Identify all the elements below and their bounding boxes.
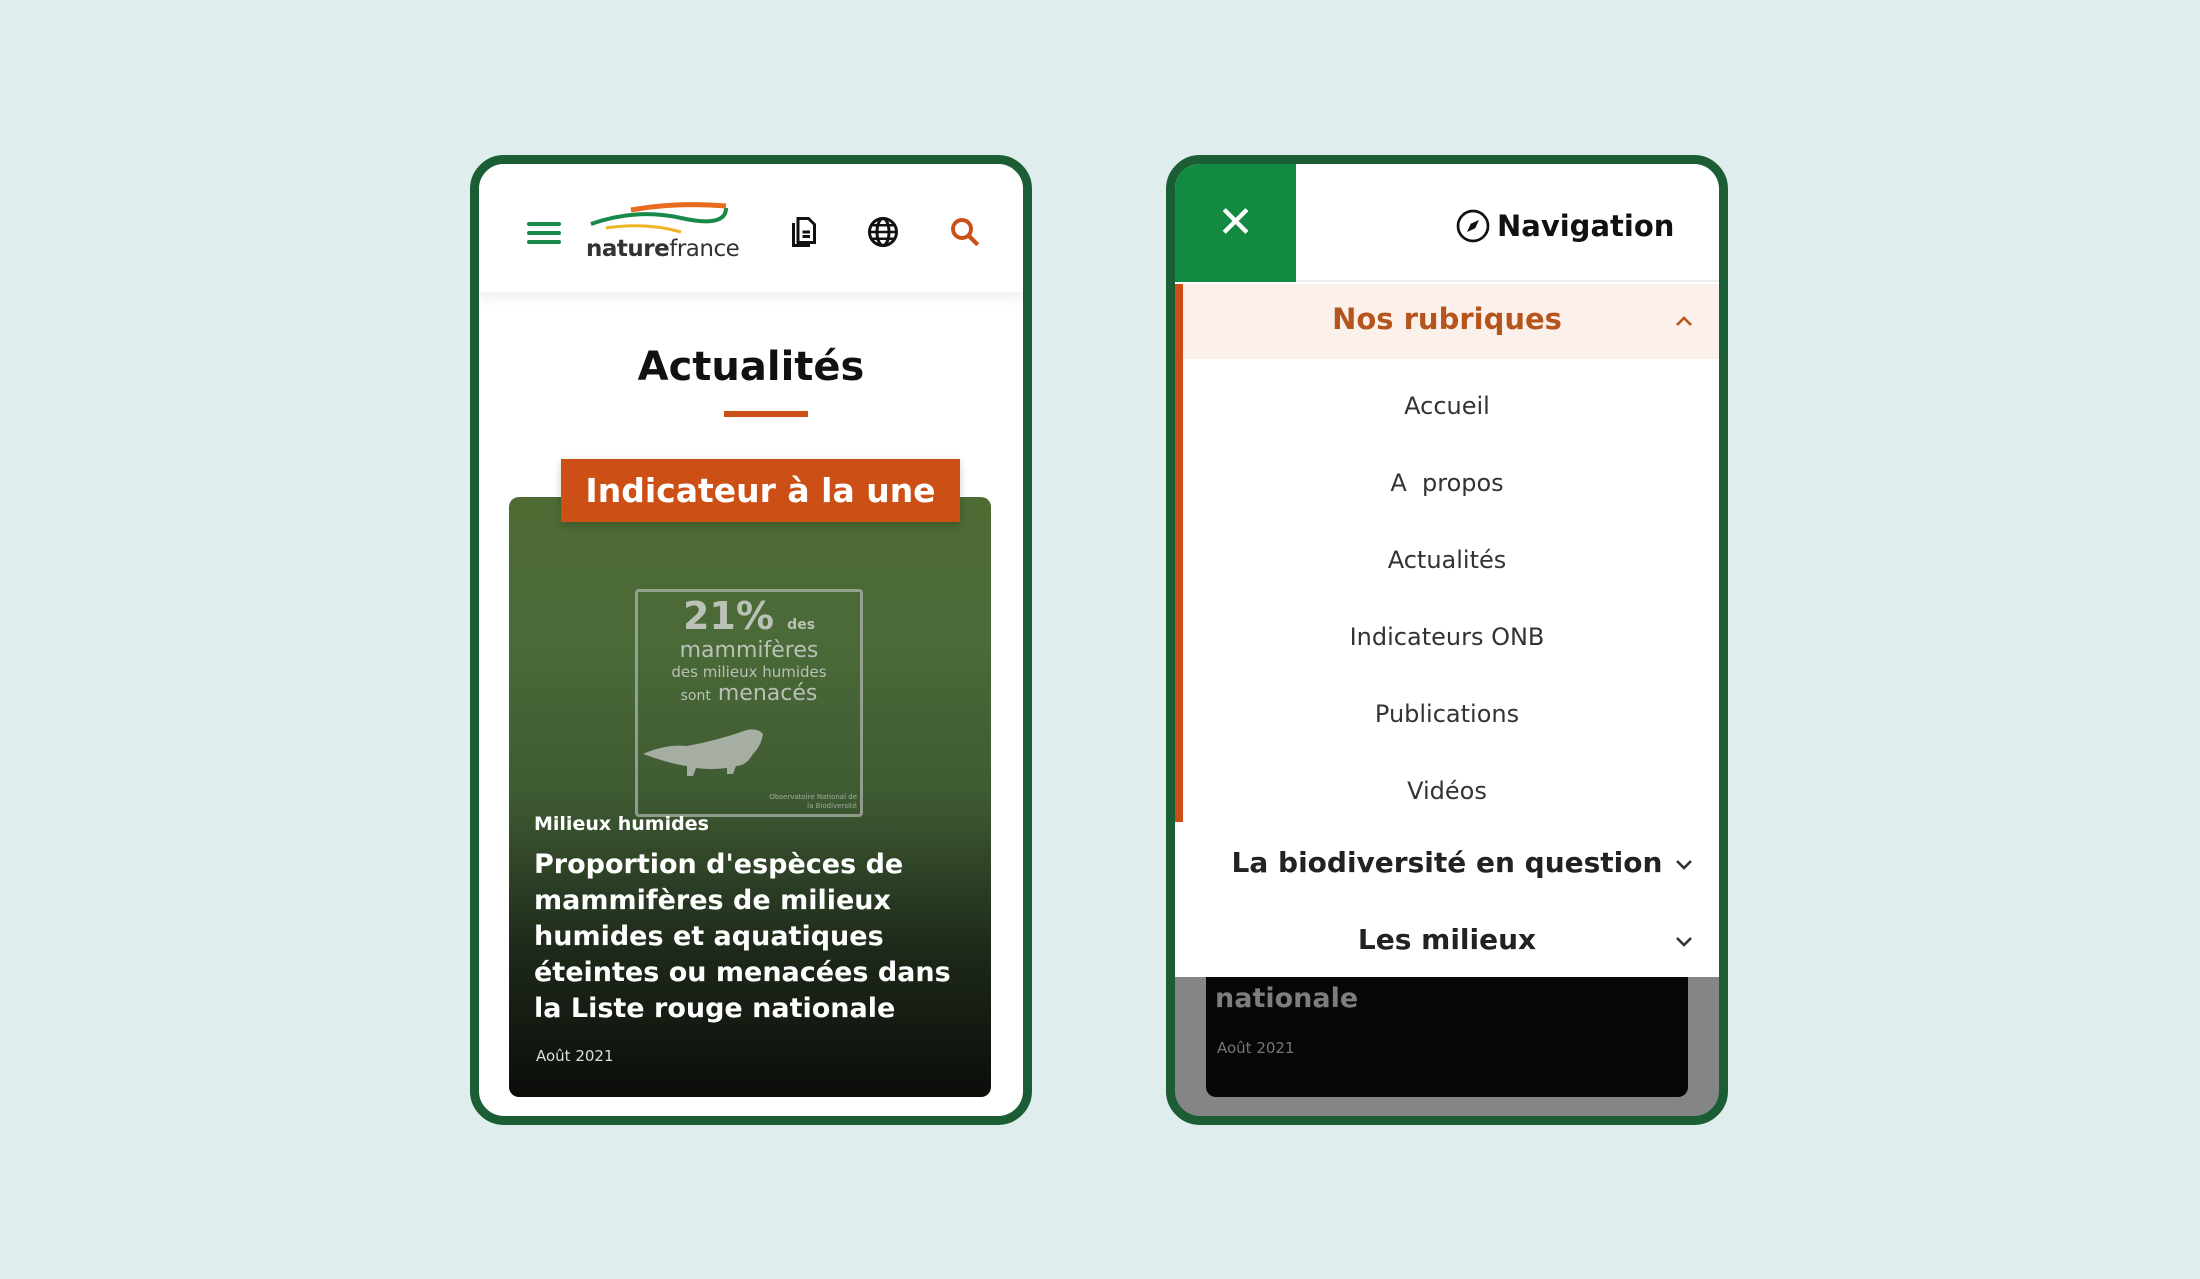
search-icon[interactable] bbox=[947, 214, 983, 250]
naturefrance-logo[interactable]: naturefrance bbox=[586, 202, 740, 262]
group-label: Les milieux bbox=[1357, 923, 1537, 956]
document-icon[interactable] bbox=[786, 214, 822, 250]
chevron-up-icon bbox=[1676, 316, 1692, 326]
section-nos-rubriques[interactable]: Nos rubriques bbox=[1175, 284, 1719, 359]
nav-item-publications[interactable]: Publications bbox=[1175, 700, 1719, 728]
infographic-image: 21% des mammifères des milieux humides s… bbox=[635, 589, 863, 817]
site-header: naturefrance bbox=[479, 164, 1023, 292]
infographic-percent: 21% bbox=[682, 594, 774, 638]
infographic-sont: sont bbox=[680, 688, 711, 704]
dimmed-card-date: Août 2021 bbox=[1217, 1039, 1295, 1057]
infographic-des: des bbox=[787, 617, 816, 633]
logo-text-bold: nature bbox=[586, 236, 670, 262]
nav-item-accueil[interactable]: Accueil bbox=[1175, 392, 1719, 420]
menu-icon[interactable] bbox=[527, 222, 561, 244]
phone-navigation: nationale Août 2021 ✕ Navigation Nos rub… bbox=[1166, 155, 1728, 1125]
group-les-milieux[interactable]: Les milieux bbox=[1175, 909, 1719, 973]
title-underline bbox=[724, 411, 808, 417]
phone-actualites: naturefrance Actualités 21% des mammifèr… bbox=[470, 155, 1032, 1125]
featured-indicator-card[interactable]: 21% des mammifères des milieux humides s… bbox=[509, 497, 991, 1097]
card-category: Milieux humides bbox=[534, 813, 709, 835]
dimmed-card-title: nationale bbox=[1215, 983, 1359, 1014]
group-label: La biodiversité en question bbox=[1231, 846, 1663, 879]
logo-waves-icon bbox=[590, 202, 728, 234]
infographic-line1: mammifères bbox=[679, 638, 819, 663]
group-biodiversite[interactable]: La biodiversité en question bbox=[1175, 832, 1719, 896]
section-label: Nos rubriques bbox=[1332, 302, 1562, 336]
nav-item-videos[interactable]: Vidéos bbox=[1175, 777, 1719, 805]
logo-text-light: france bbox=[669, 236, 740, 262]
close-button[interactable]: ✕ bbox=[1175, 164, 1296, 282]
nav-header-area bbox=[1296, 164, 1719, 282]
card-title[interactable]: Proportion d'espèces de mammifères de mi… bbox=[534, 847, 974, 1027]
mink-silhouette-icon bbox=[643, 729, 763, 776]
featured-badge: Indicateur à la une bbox=[561, 459, 960, 522]
nav-item-a-propos[interactable]: A propos bbox=[1175, 469, 1719, 497]
page-title: Actualités bbox=[637, 344, 865, 390]
close-icon: ✕ bbox=[1217, 197, 1254, 248]
card-date: Août 2021 bbox=[536, 1047, 614, 1065]
chevron-down-icon bbox=[1676, 860, 1692, 870]
navigation-menu: ✕ Navigation Nos rubriques Accueil A pro… bbox=[1175, 164, 1719, 977]
nav-item-indicateurs-onb[interactable]: Indicateurs ONB bbox=[1175, 623, 1719, 651]
infographic-menaces: menacés bbox=[717, 681, 818, 706]
infographic-line2: des milieux humides bbox=[671, 663, 827, 681]
dimmed-card: nationale Août 2021 bbox=[1206, 977, 1688, 1097]
nav-item-actualites[interactable]: Actualités bbox=[1175, 546, 1719, 574]
infographic-source: Observatoire National de la Biodiversité bbox=[769, 793, 857, 810]
chevron-down-icon bbox=[1676, 937, 1692, 947]
globe-icon[interactable] bbox=[865, 214, 901, 250]
